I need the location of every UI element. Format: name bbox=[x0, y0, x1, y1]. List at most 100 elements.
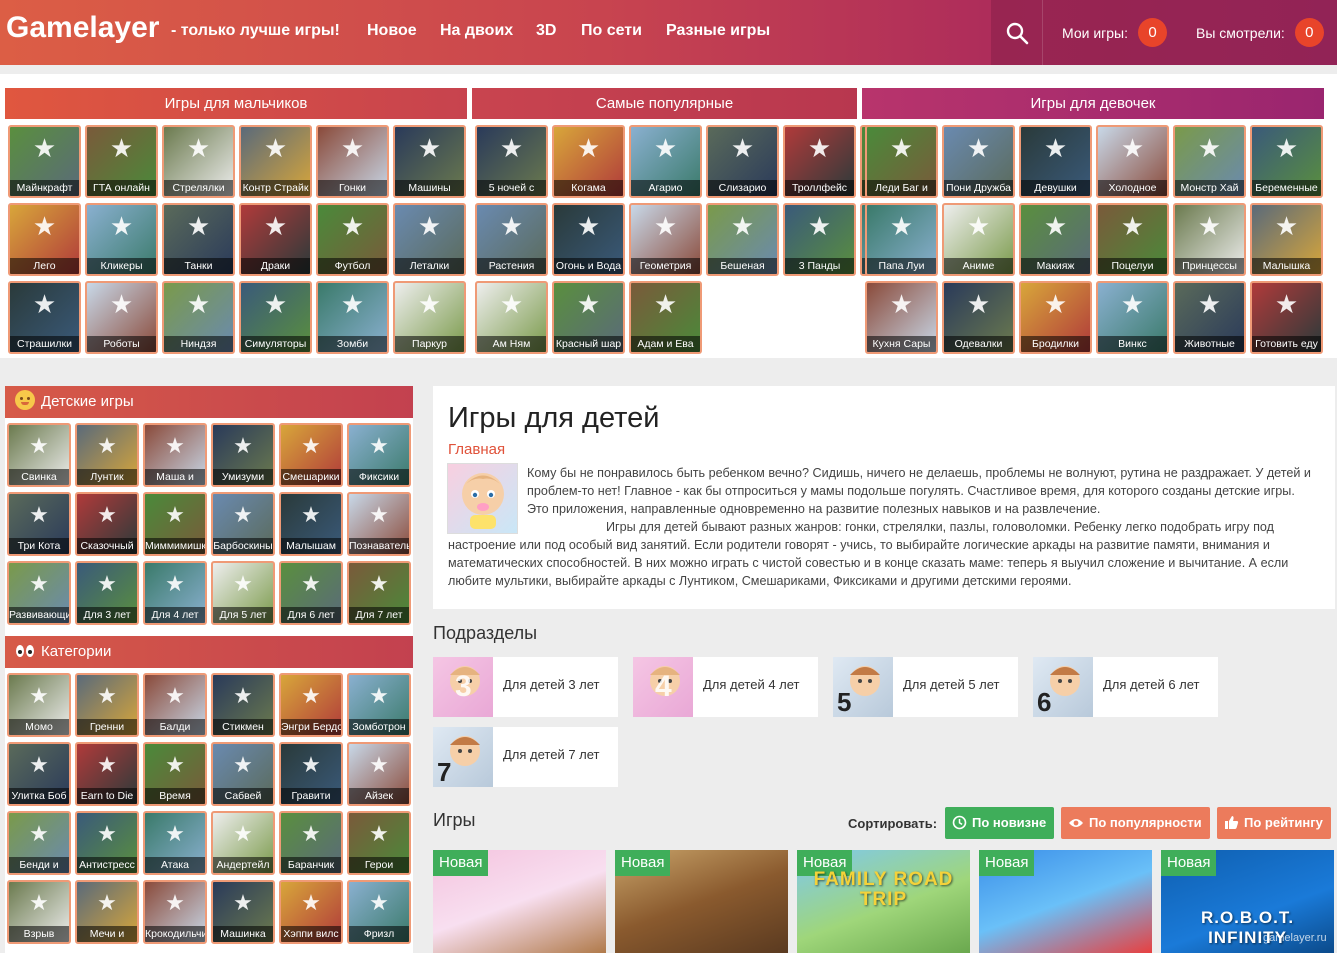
subsection-card[interactable]: 3 Для детей 3 лет bbox=[433, 657, 618, 717]
game-tile-boys[interactable]: ★ Кликеры bbox=[85, 203, 158, 276]
game-tile-girls[interactable]: ★ Холодное bbox=[1096, 125, 1169, 198]
game-tile-popular[interactable]: ★ Адам и Ева bbox=[629, 281, 702, 354]
category-tile[interactable]: ★ Сабвей bbox=[211, 742, 275, 806]
game-tile-boys[interactable]: ★ Зомби bbox=[316, 281, 389, 354]
game-tile-boys[interactable]: ★ Драки bbox=[239, 203, 312, 276]
game-tile-popular[interactable]: ★ Агарио bbox=[629, 125, 702, 198]
kids-game-tile[interactable]: ★ Для 5 лет bbox=[211, 561, 275, 625]
category-tile[interactable]: ★ Стикмен bbox=[211, 673, 275, 737]
category-tile[interactable]: ★ Хэппи вилс bbox=[279, 880, 343, 944]
category-tile[interactable]: ★ Бенди и bbox=[7, 811, 71, 875]
game-card[interactable]: Новая bbox=[979, 850, 1152, 953]
game-tile-popular[interactable]: ★ Ам Ням bbox=[475, 281, 548, 354]
game-tile-boys[interactable]: ★ Паркур bbox=[393, 281, 466, 354]
column-heading-boys[interactable]: Игры для мальчиков bbox=[5, 88, 467, 119]
sort-by-popular-button[interactable]: По популярности bbox=[1061, 807, 1210, 839]
category-tile[interactable]: ★ Гренни bbox=[75, 673, 139, 737]
game-tile-boys[interactable]: ★ Ниндзя bbox=[162, 281, 235, 354]
category-tile[interactable]: ★ Антистресс bbox=[75, 811, 139, 875]
kids-game-tile[interactable]: ★ Маша и bbox=[143, 423, 207, 487]
game-tile-girls[interactable]: ★ Животные bbox=[1173, 281, 1246, 354]
kids-game-tile[interactable]: ★ Для 7 лет bbox=[347, 561, 411, 625]
game-tile-boys[interactable]: ★ Лего bbox=[8, 203, 81, 276]
game-tile-popular[interactable]: ★ Огонь и Вода bbox=[552, 203, 625, 276]
game-tile-girls[interactable]: ★ Макияж bbox=[1019, 203, 1092, 276]
kids-game-tile[interactable]: ★ Сказочный bbox=[75, 492, 139, 556]
game-tile-boys[interactable]: ★ Симуляторы bbox=[239, 281, 312, 354]
subsection-card[interactable]: 4 Для детей 4 лет bbox=[633, 657, 818, 717]
kids-game-tile[interactable]: ★ Для 3 лет bbox=[75, 561, 139, 625]
kids-games-heading[interactable]: Детские игры bbox=[5, 386, 413, 418]
category-tile[interactable]: ★ Гравити bbox=[279, 742, 343, 806]
kids-game-tile[interactable]: ★ Фиксики bbox=[347, 423, 411, 487]
game-tile-girls[interactable]: ★ Монстр Хай bbox=[1173, 125, 1246, 198]
category-tile[interactable]: ★ Earn to Die bbox=[75, 742, 139, 806]
game-tile-boys[interactable]: ★ Футбол bbox=[316, 203, 389, 276]
categories-heading[interactable]: Категории bbox=[5, 636, 413, 668]
category-tile[interactable]: ★ Атака bbox=[143, 811, 207, 875]
nav-two-players[interactable]: На двоих bbox=[440, 22, 513, 40]
category-tile[interactable]: ★ Улитка Боб bbox=[7, 742, 71, 806]
game-tile-popular[interactable]: ★ Когама bbox=[552, 125, 625, 198]
category-tile[interactable]: ★ Зомботрон bbox=[347, 673, 411, 737]
game-tile-boys[interactable]: ★ Леталки bbox=[393, 203, 466, 276]
nav-3d[interactable]: 3D bbox=[536, 22, 556, 40]
sort-by-new-button[interactable]: По новизне bbox=[945, 807, 1055, 839]
kids-game-tile[interactable]: ★ Развивающие bbox=[7, 561, 71, 625]
kids-game-tile[interactable]: ★ Миммимишки bbox=[143, 492, 207, 556]
game-tile-boys[interactable]: ★ Майнкрафт bbox=[8, 125, 81, 198]
subsection-card[interactable]: 7 Для детей 7 лет bbox=[433, 727, 618, 787]
game-tile-girls[interactable]: ★ Поцелуи bbox=[1096, 203, 1169, 276]
kids-game-tile[interactable]: ★ Три Кота bbox=[7, 492, 71, 556]
kids-game-tile[interactable]: ★ Познавательные bbox=[347, 492, 411, 556]
game-tile-girls[interactable]: ★ Леди Баг и bbox=[865, 125, 938, 198]
game-tile-girls[interactable]: ★ Папа Луи bbox=[865, 203, 938, 276]
subsection-card[interactable]: 5 Для детей 5 лет bbox=[833, 657, 1018, 717]
subsection-card[interactable]: 6 Для детей 6 лет bbox=[1033, 657, 1218, 717]
kids-game-tile[interactable]: ★ Смешарики bbox=[279, 423, 343, 487]
game-tile-boys[interactable]: ★ Контр Страйк bbox=[239, 125, 312, 198]
category-tile[interactable]: ★ Взрыв bbox=[7, 880, 71, 944]
game-card[interactable]: Новая bbox=[615, 850, 788, 953]
game-tile-popular[interactable]: ★ Геометрия bbox=[629, 203, 702, 276]
category-tile[interactable]: ★ Момо bbox=[7, 673, 71, 737]
game-tile-popular[interactable]: ★ Растения bbox=[475, 203, 548, 276]
game-tile-girls[interactable]: ★ Беременные bbox=[1250, 125, 1323, 198]
viewed-games-button[interactable]: Вы смотрели: 0 bbox=[1196, 0, 1324, 65]
kids-game-tile[interactable]: ★ Для 4 лет bbox=[143, 561, 207, 625]
game-tile-girls[interactable]: ★ Кухня Сары bbox=[865, 281, 938, 354]
category-tile[interactable]: ★ Баранчик bbox=[279, 811, 343, 875]
game-tile-girls[interactable]: ★ Одевалки bbox=[942, 281, 1015, 354]
category-tile[interactable]: ★ Балди bbox=[143, 673, 207, 737]
kids-game-tile[interactable]: ★ Барбоскины bbox=[211, 492, 275, 556]
game-tile-boys[interactable]: ★ Гонки bbox=[316, 125, 389, 198]
my-games-button[interactable]: Мои игры: 0 bbox=[1062, 0, 1167, 65]
game-tile-boys[interactable]: ★ Стрелялки bbox=[162, 125, 235, 198]
game-card[interactable]: Новая FAMILY ROAD TRIP bbox=[797, 850, 970, 953]
nav-new[interactable]: Новое bbox=[367, 22, 417, 40]
column-heading-girls[interactable]: Игры для девочек bbox=[862, 88, 1324, 119]
kids-game-tile[interactable]: ★ Умизуми bbox=[211, 423, 275, 487]
category-tile[interactable]: ★ Фризл bbox=[347, 880, 411, 944]
nav-various[interactable]: Разные игры bbox=[666, 22, 770, 40]
game-tile-girls[interactable]: ★ Винкс bbox=[1096, 281, 1169, 354]
game-card[interactable]: Новая bbox=[433, 850, 606, 953]
game-tile-boys[interactable]: ★ Роботы bbox=[85, 281, 158, 354]
breadcrumb-home[interactable]: Главная bbox=[448, 441, 505, 458]
kids-game-tile[interactable]: ★ Малышам bbox=[279, 492, 343, 556]
category-tile[interactable]: ★ Андертейл bbox=[211, 811, 275, 875]
game-tile-popular[interactable]: ★ Красный шар bbox=[552, 281, 625, 354]
game-tile-popular[interactable]: ★ Троллфейс bbox=[783, 125, 856, 198]
game-tile-girls[interactable]: ★ Бродилки bbox=[1019, 281, 1092, 354]
game-tile-girls[interactable]: ★ Принцессы bbox=[1173, 203, 1246, 276]
category-tile[interactable]: ★ Машинка bbox=[211, 880, 275, 944]
category-tile[interactable]: ★ Герои bbox=[347, 811, 411, 875]
column-heading-popular[interactable]: Самые популярные bbox=[472, 88, 857, 119]
kids-game-tile[interactable]: ★ Для 6 лет bbox=[279, 561, 343, 625]
category-tile[interactable]: ★ Айзек bbox=[347, 742, 411, 806]
game-tile-girls[interactable]: ★ Пони Дружба bbox=[942, 125, 1015, 198]
game-tile-girls[interactable]: ★ Малышка bbox=[1250, 203, 1323, 276]
kids-game-tile[interactable]: ★ Свинка bbox=[7, 423, 71, 487]
game-tile-popular[interactable]: ★ Бешеная bbox=[706, 203, 779, 276]
nav-online[interactable]: По сети bbox=[581, 22, 642, 40]
